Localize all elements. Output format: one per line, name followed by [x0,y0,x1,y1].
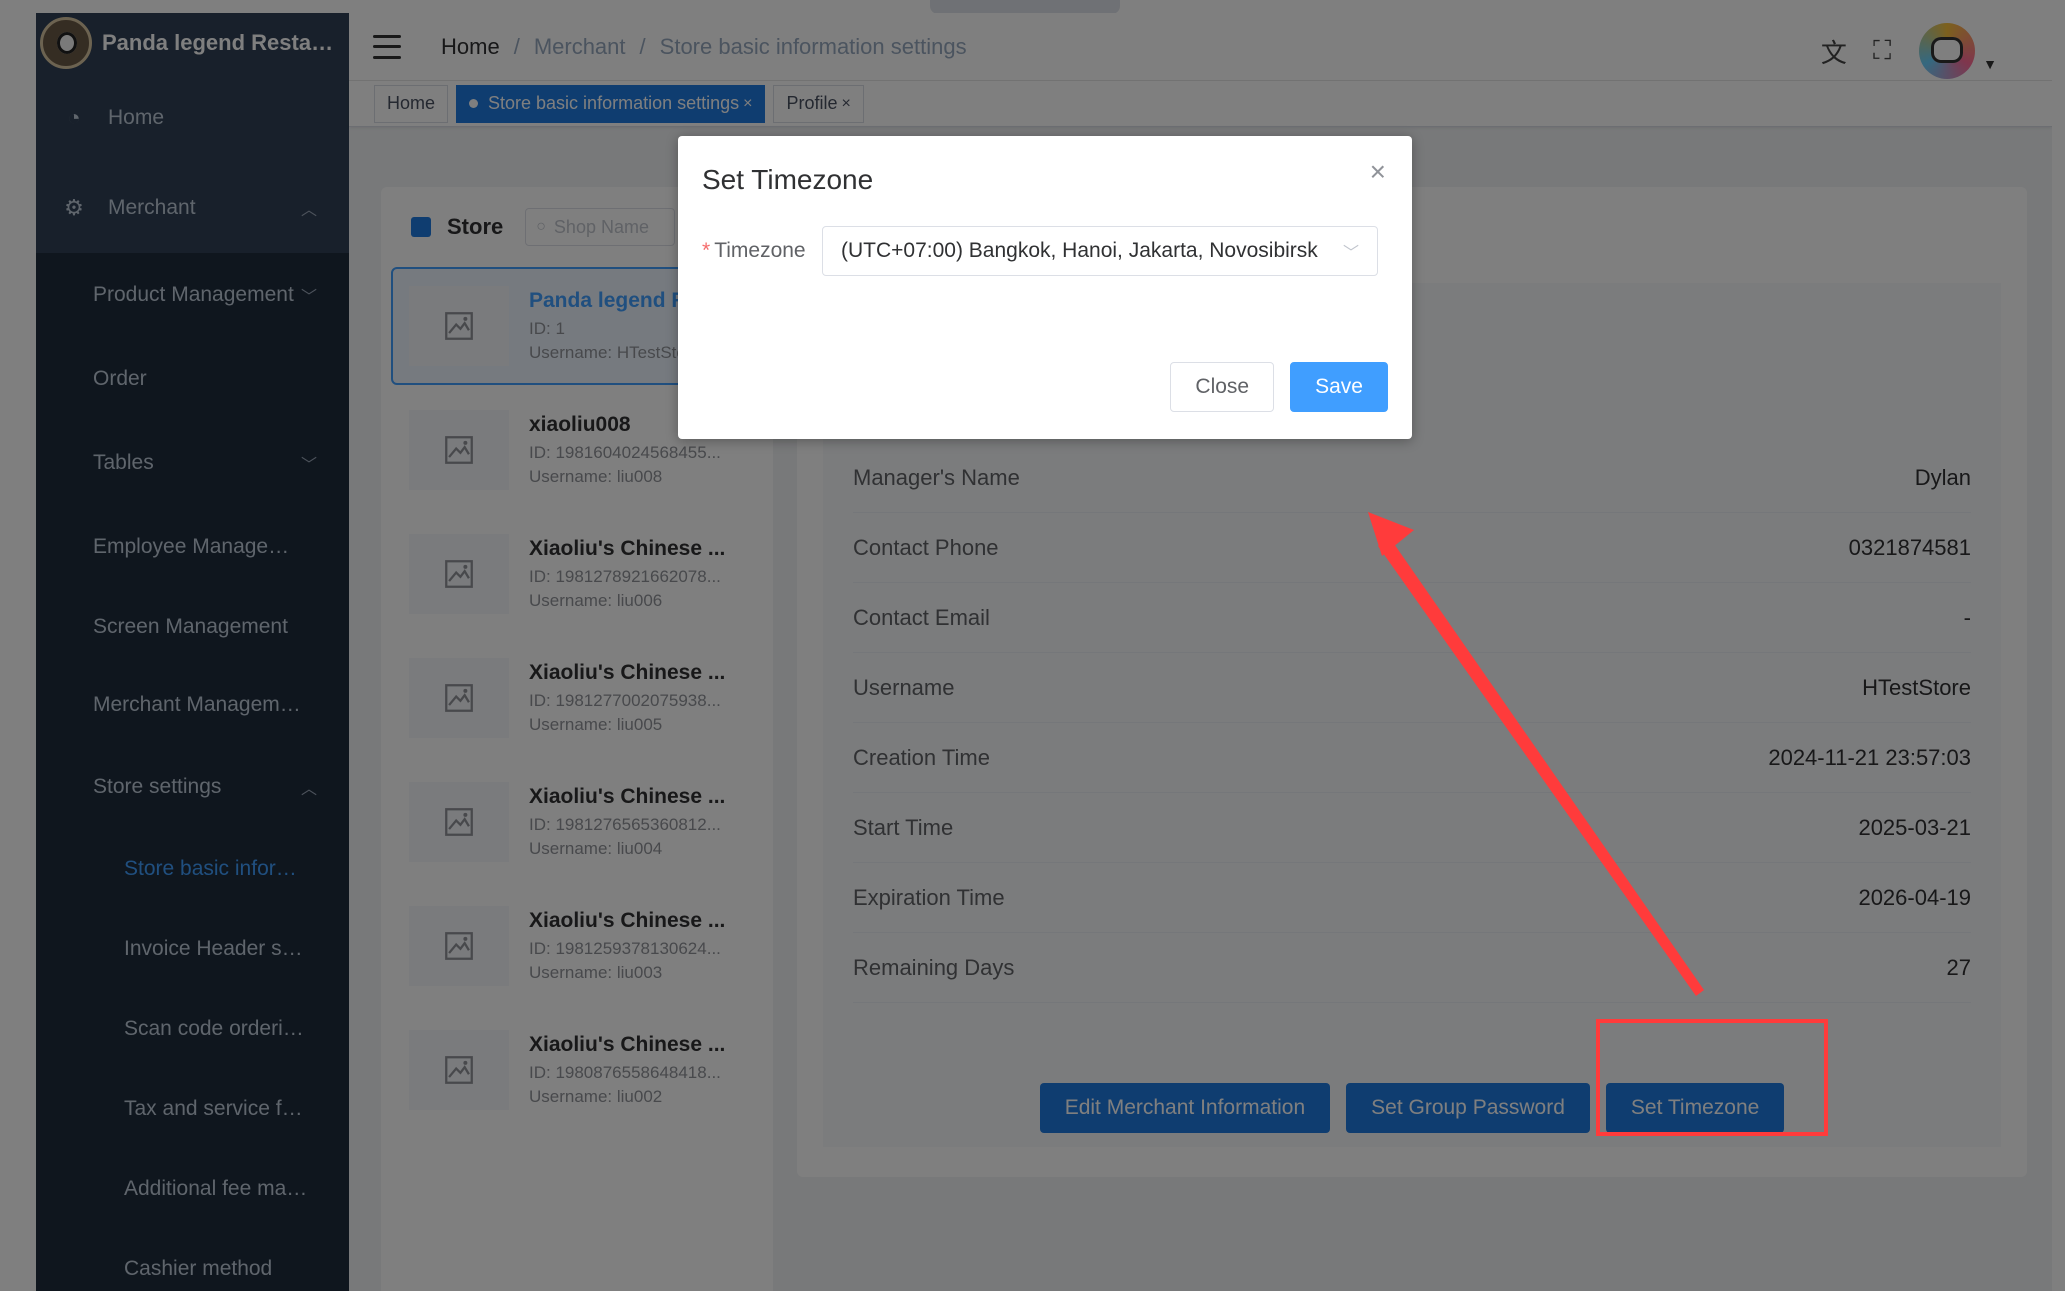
annotation-highlight-box [1596,1019,1828,1136]
dialog-title: Set Timezone [702,164,874,195]
timezone-label-text: Timezone [714,239,806,262]
timezone-label: * Timezone [702,239,822,263]
chevron-down-icon: ﹀ [1342,245,1359,262]
set-timezone-dialog: Set Timezone × * Timezone (UTC+07:00) Ban… [678,136,1412,439]
dialog-footer: Close Save [1170,362,1388,412]
save-button[interactable]: Save [1290,362,1388,412]
timezone-form-row: * Timezone (UTC+07:00) Bangkok, Hanoi, Ja… [702,226,1378,276]
close-icon[interactable]: × [1370,156,1386,188]
close-button[interactable]: Close [1170,362,1275,412]
required-marker: * [702,239,711,262]
timezone-select[interactable]: (UTC+07:00) Bangkok, Hanoi, Jakarta, Nov… [822,226,1378,276]
timezone-select-value: (UTC+07:00) Bangkok, Hanoi, Jakarta, Nov… [841,239,1318,262]
